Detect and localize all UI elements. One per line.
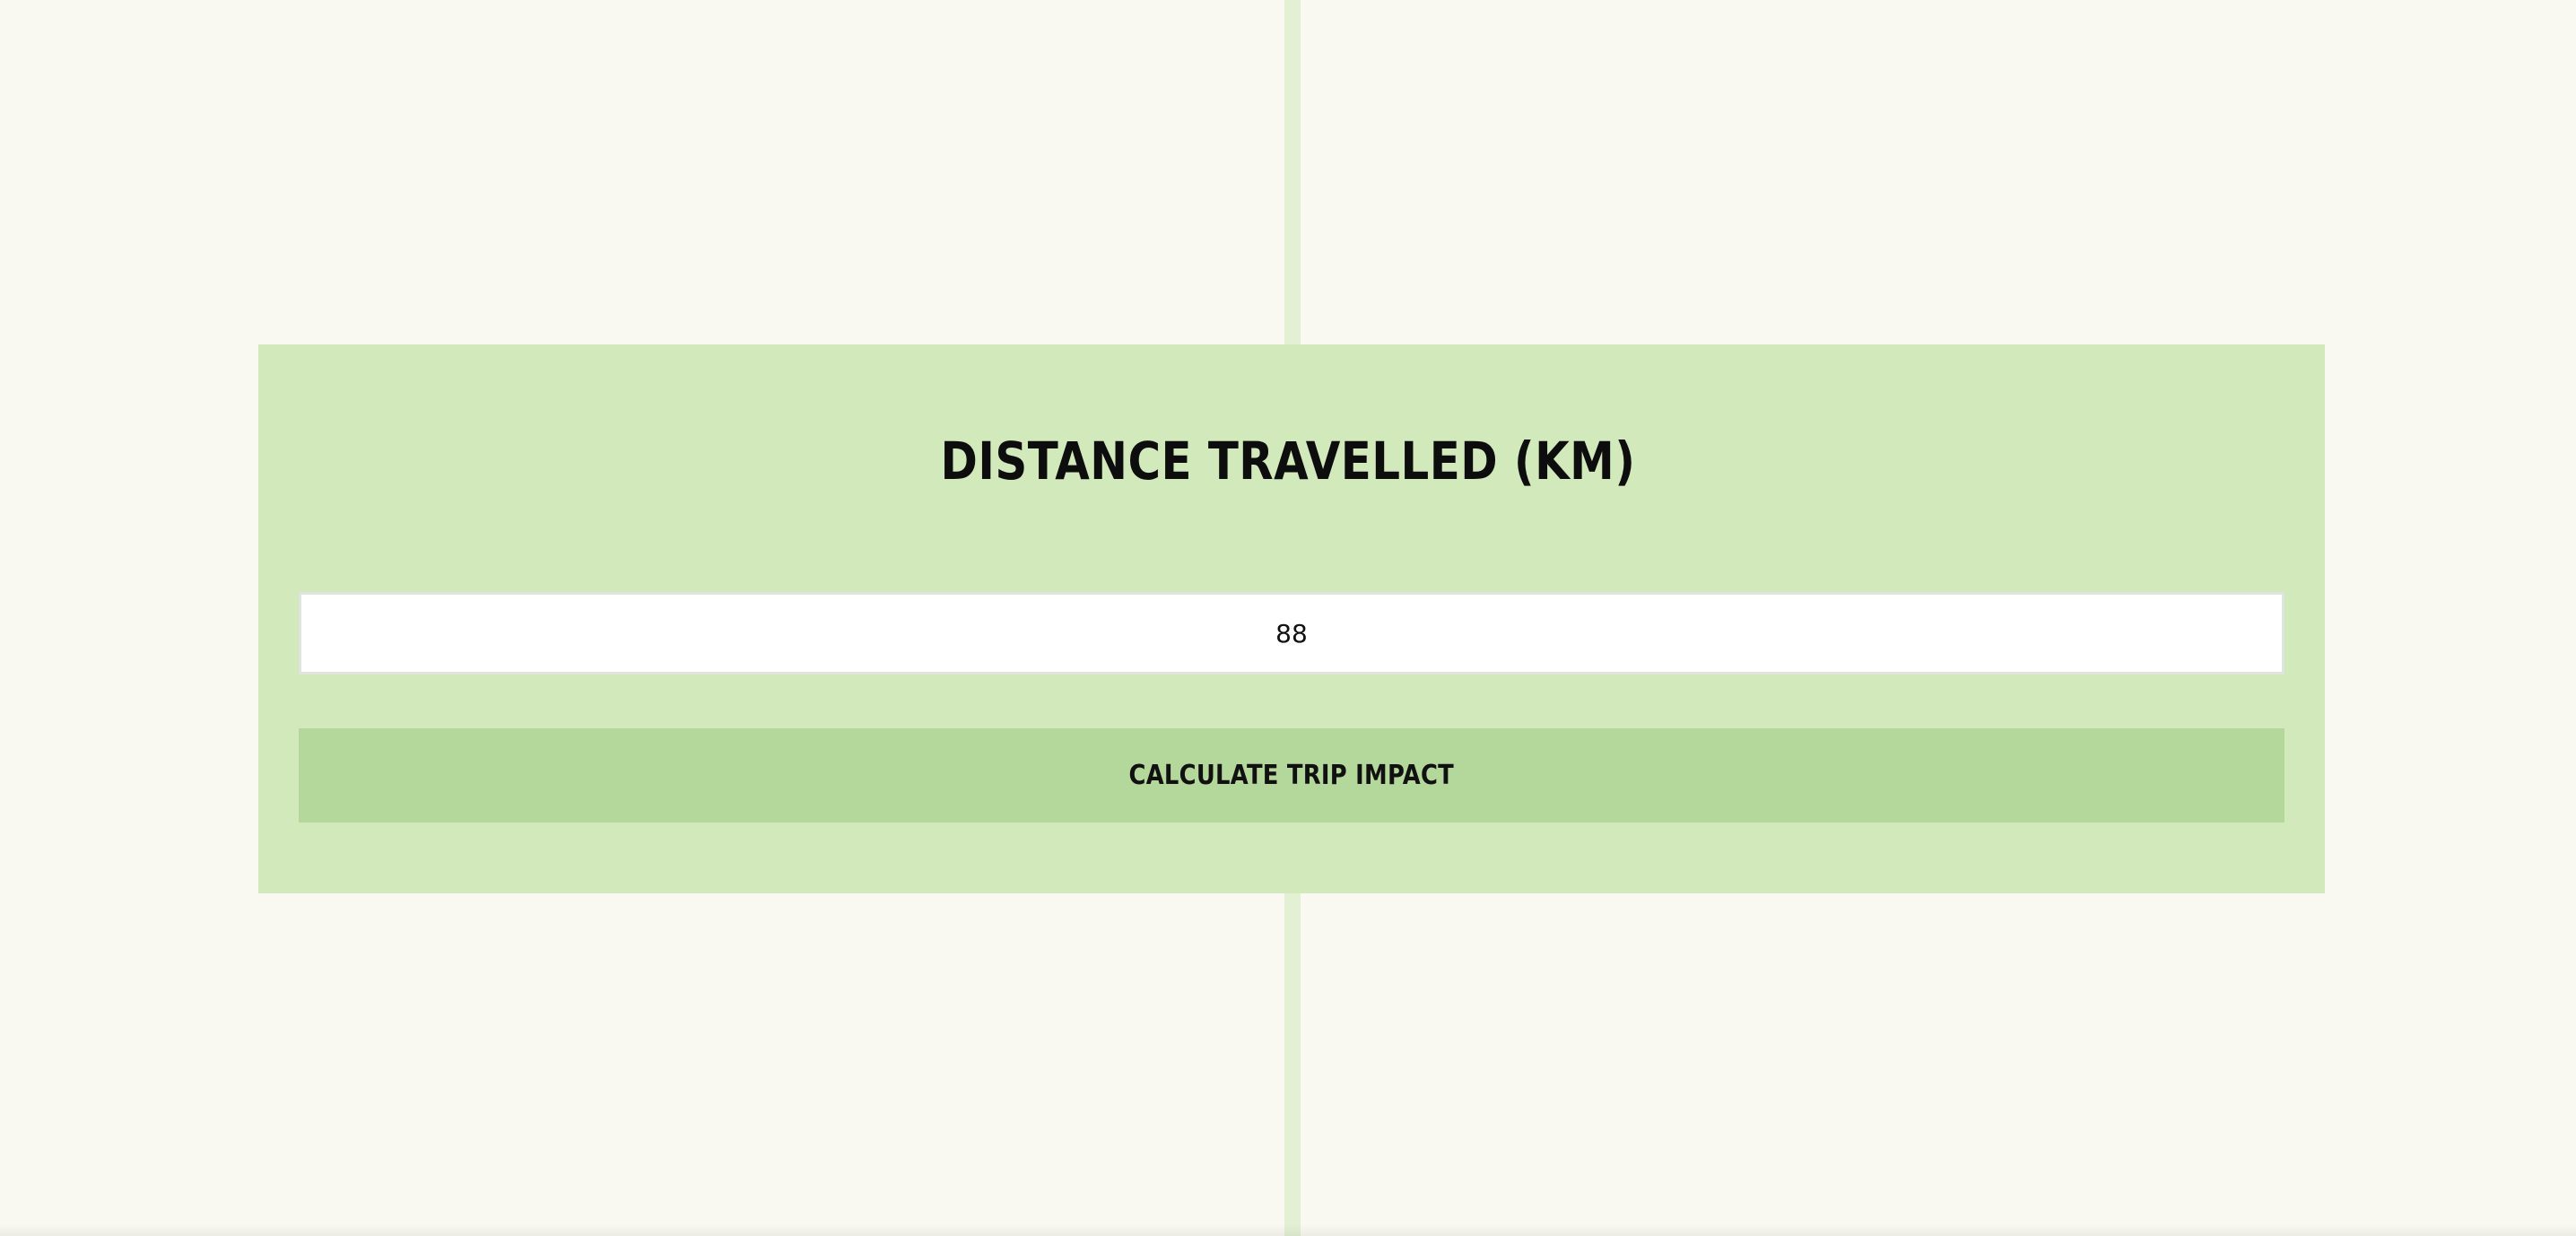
calculate-button-label: CALCULATE TRIP IMPACT [1128,760,1455,791]
distance-input[interactable] [299,592,2284,675]
calculate-trip-impact-button[interactable]: CALCULATE TRIP IMPACT [299,728,2284,823]
bottom-edge-shadow [0,1223,2576,1236]
distance-title: DISTANCE TRAVELLED (KM) [940,431,1636,492]
